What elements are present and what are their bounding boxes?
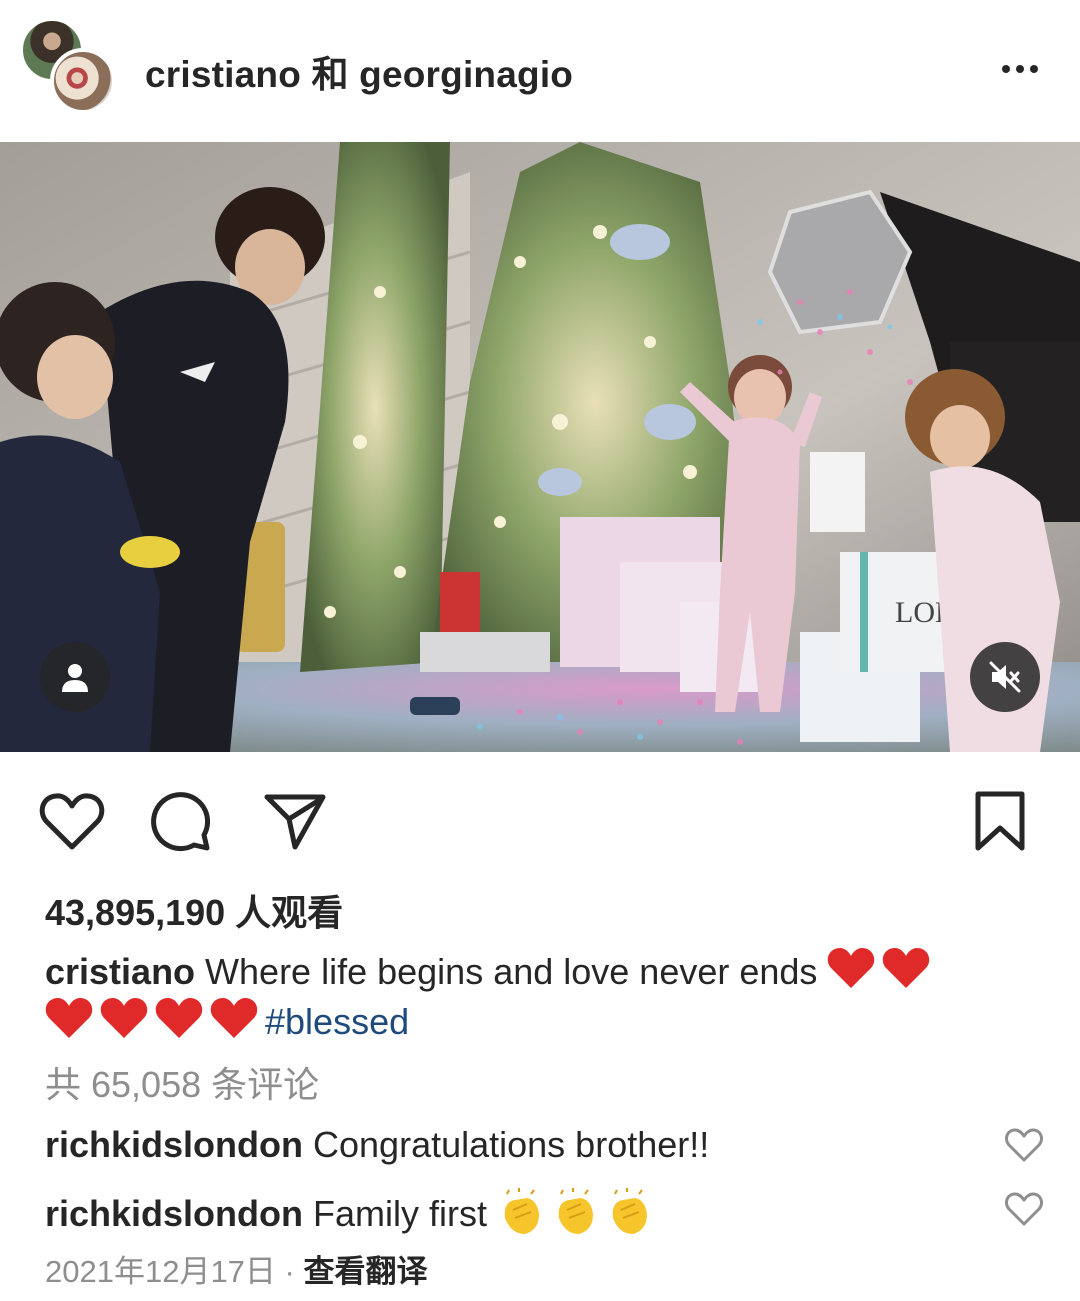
clapping-hands-emoji-icon <box>504 1188 540 1234</box>
comment-text: Congratulations brother!! <box>303 1124 710 1165</box>
post-footer: 2021年12月17日 · 查看翻译 <box>45 1246 428 1291</box>
comment-row: richkidslondon Family first <box>45 1188 659 1238</box>
comment-username[interactable]: richkidslondon <box>45 1193 303 1234</box>
post-date: 2021年12月17日 <box>45 1254 276 1289</box>
post-header: cristiano 和 georginagio <box>0 0 1080 140</box>
comment-username[interactable]: richkidslondon <box>45 1124 303 1165</box>
view-count[interactable]: 43,895,190 人观看 <box>45 884 343 936</box>
muted-speaker-icon[interactable] <box>970 642 1040 712</box>
comment-like-heart-icon[interactable] <box>1004 1127 1044 1163</box>
avatar-georginagio[interactable] <box>50 48 116 114</box>
see-translation-link[interactable]: 查看翻译 <box>304 1254 428 1289</box>
red-heart-emoji-icon <box>100 998 148 1038</box>
bookmark-icon[interactable] <box>965 786 1035 856</box>
action-bar <box>0 786 1080 856</box>
view-all-comments-link[interactable]: 共 65,058 条评论 <box>45 1056 319 1108</box>
comment-like-heart-icon[interactable] <box>1004 1191 1044 1227</box>
comment-row: richkidslondon Congratulations brother!! <box>45 1124 709 1166</box>
post-caption: cristiano Where life begins and love nev… <box>45 946 1035 1046</box>
red-heart-emoji-icon <box>155 998 203 1038</box>
more-options-icon[interactable] <box>996 52 1044 86</box>
send-icon[interactable] <box>260 786 330 856</box>
comment-icon[interactable] <box>146 786 216 856</box>
red-heart-emoji-icon <box>210 998 258 1038</box>
caption-username[interactable]: cristiano <box>45 951 195 992</box>
separator-dot: · <box>275 1254 304 1289</box>
hashtag-link[interactable]: #blessed <box>265 1001 409 1042</box>
collab-avatars[interactable] <box>20 18 120 118</box>
red-heart-emoji-icon <box>45 998 93 1038</box>
post-video[interactable]: LOEV <box>0 142 1080 752</box>
video-frame: LOEV <box>0 142 1080 752</box>
comment-text: Family first <box>303 1193 498 1234</box>
clapping-hands-emoji-icon <box>558 1188 594 1234</box>
heart-icon[interactable] <box>37 786 107 856</box>
post-author-names[interactable]: cristiano 和 georginagio <box>145 44 573 98</box>
caption-text: Where life begins and love never ends <box>195 951 828 992</box>
red-heart-emoji-icon <box>883 948 930 988</box>
user-tag-icon[interactable] <box>40 642 110 712</box>
clapping-hands-emoji-icon <box>612 1188 648 1234</box>
red-heart-emoji-icon <box>828 948 875 988</box>
